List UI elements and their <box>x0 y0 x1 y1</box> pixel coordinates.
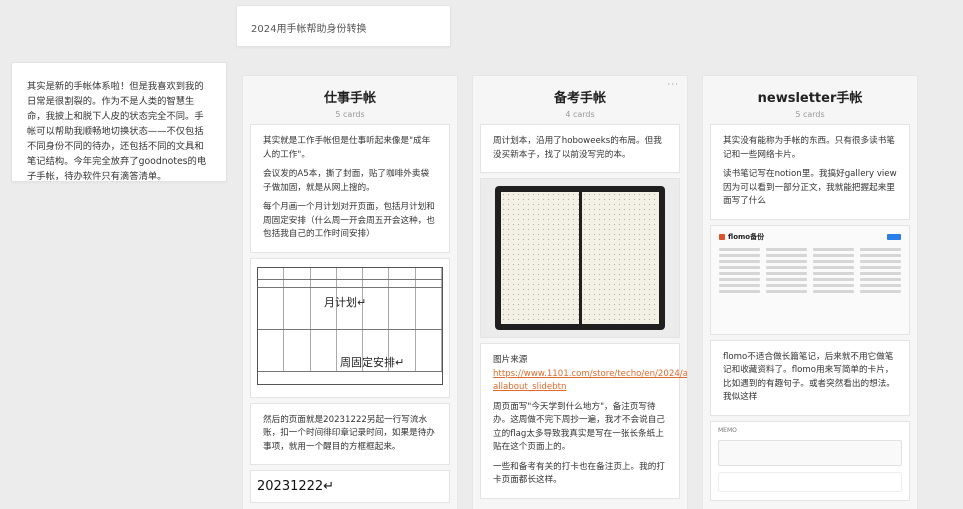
note-paragraph: 其实就是工作手帐但是仕事听起来像是"成年人的工作"。 <box>263 136 431 160</box>
memo-footer-box <box>718 471 902 492</box>
note-card[interactable]: 周计划本，沿用了hoboweeks的布局。但我没买新本子，找了以前没写完的本。 <box>480 124 680 173</box>
column-card-count: 5 cards <box>335 110 365 119</box>
column-title: newsletter手帐 <box>757 91 863 106</box>
more-options-icon[interactable]: ··· <box>667 80 679 90</box>
calendar-plan-image[interactable]: 月计划↵ 周固定安排↵ <box>250 257 450 398</box>
flomo-logo-icon <box>719 233 725 240</box>
board-title-card[interactable]: 2024用手帐帮助身份转换 <box>236 5 451 47</box>
note-card-date[interactable]: 20231222↵ <box>250 470 450 503</box>
note-card[interactable]: 其实就是工作手帐但是仕事听起来像是"成年人的工作"。 会议发的A5本，撕了封面，… <box>250 124 450 253</box>
flomo-screenshot[interactable]: flomo备份 <box>710 224 910 335</box>
source-link[interactable]: https://www.1101.com/store/techo/en/2024… <box>493 369 687 393</box>
date-text: 20231222↵ <box>257 479 335 494</box>
flomo-content-lines <box>719 247 901 293</box>
note-card[interactable]: 其实没有能称为手帐的东西。只有很多读书笔记和一些网络卡片。 读书笔记写在noti… <box>710 124 910 220</box>
note-card[interactable]: flomo不适合做长篇笔记，后来就不用它做笔记和收藏资料了。flomo用来写简单… <box>710 339 910 416</box>
note-paragraph: 周计划本，沿用了hoboweeks的布局。但我没买新本子，找了以前没写完的本。 <box>493 136 662 160</box>
note-paragraph: 然后的页面就是20231222另起一行写流水账，扣一个时间徘印章记录时间，如果是… <box>263 414 435 452</box>
column-card-count: 5 cards <box>795 110 825 119</box>
week-plan-label: 周固定安排↵ <box>340 355 405 369</box>
note-paragraph: 其实没有能称为手帐的东西。只有很多读书笔记和一些网络卡片。 <box>723 136 895 160</box>
note-paragraph: flomo不适合做长篇笔记，后来就不用它做笔记和收藏资料了。flomo用来写简单… <box>723 351 895 403</box>
column-exam-journal: ··· 备考手帐 4 cards 周计划本，沿用了hoboweeks的布局。但我… <box>472 75 688 509</box>
note-card[interactable]: 然后的页面就是20231222另起一行写流水账，扣一个时间徘印章记录时间，如果是… <box>250 402 450 465</box>
image-source-label: 图片来源 <box>493 355 528 365</box>
board-title-text: 2024用手帐帮助身份转换 <box>251 24 367 35</box>
flomo-header: flomo备份 <box>719 232 901 242</box>
column-newsletter-journal: newsletter手帐 5 cards 其实没有能称为手帐的东西。只有很多读书… <box>702 75 918 509</box>
column-work-journal: 仕事手帐 5 cards 其实就是工作手帐但是仕事听起来像是"成年人的工作"。 … <box>242 75 458 509</box>
column-header[interactable]: 仕事手帐 5 cards <box>250 76 450 124</box>
flomo-title: flomo备份 <box>728 232 765 241</box>
note-paragraph: 周页面写"今天学到什么地方"，备注页写待办。这周做不完下周抄一遍，我才不会说自己… <box>493 401 665 453</box>
flomo-action-button <box>887 233 901 240</box>
intro-text: 其实是新的手帐体系啦！但是我喜欢到我的日常是很割裂的。作为不是人类的智慧生命，我… <box>27 81 207 182</box>
intro-card[interactable]: 其实是新的手帐体系啦！但是我喜欢到我的日常是很割裂的。作为不是人类的智慧生命，我… <box>11 62 227 182</box>
note-paragraph: 每个月画一个月计划对开页面，包括月计划和周固定安排（什么周一开会周五开会这种，也… <box>263 202 435 239</box>
month-plan-label: 月计划↵ <box>324 295 367 309</box>
memo-screenshot[interactable]: MEMO <box>710 420 910 501</box>
column-header[interactable]: 备考手帐 4 cards <box>480 76 680 124</box>
note-paragraph: 一些和备考有关的打卡也在备注页上。我的打卡页面都长这样。 <box>493 461 665 486</box>
notebook-photo[interactable] <box>480 178 680 338</box>
note-card[interactable]: 图片来源 https://www.1101.com/store/techo/en… <box>480 343 687 499</box>
column-card-count: 4 cards <box>565 110 595 119</box>
calendar-grid: 月计划↵ 周固定安排↵ <box>257 266 443 385</box>
note-paragraph: 读书笔记写在notion里。我搞好gallery view因为可以看到一部分正文… <box>723 169 897 206</box>
memo-label: MEMO <box>718 426 737 434</box>
column-header[interactable]: newsletter手帐 5 cards <box>710 76 910 124</box>
column-title: 仕事手帐 <box>323 91 376 106</box>
note-paragraph: 会议发的A5本，撕了封面，贴了咖啡外卖袋子做加固，就是从网上搜的。 <box>263 169 430 193</box>
memo-editor-box <box>718 439 902 466</box>
notebook-image <box>495 186 665 330</box>
column-title: 备考手帐 <box>553 91 606 106</box>
